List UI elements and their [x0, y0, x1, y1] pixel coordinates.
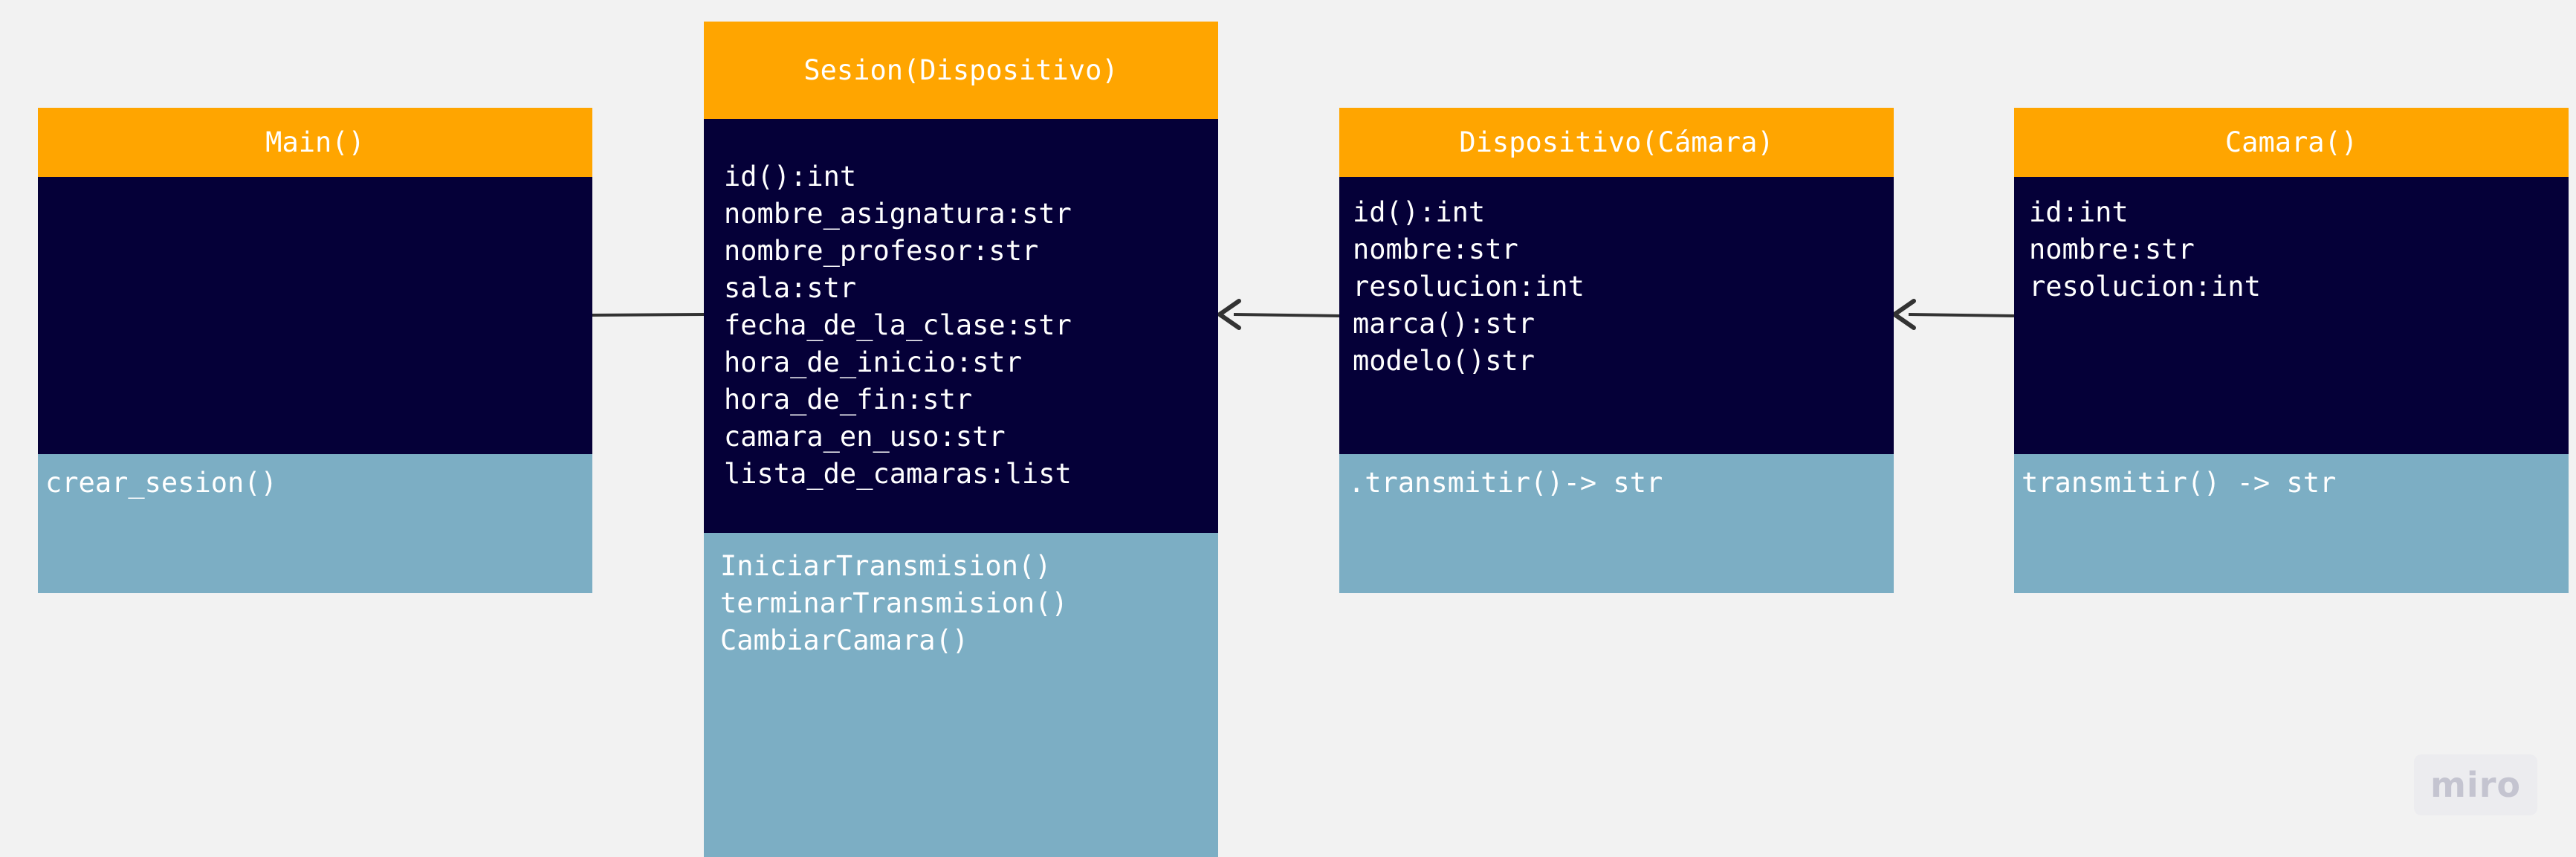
attribute-fecha-de-la-clase: fecha_de_la_clase:str	[724, 309, 1072, 341]
attribute-nombre-profesor: nombre_profesor:str	[724, 235, 1039, 267]
class-sesion[interactable]: Sesion(Dispositivo) id():int nombre_asig…	[704, 22, 1218, 857]
miro-logo: miro	[2414, 754, 2537, 815]
class-main[interactable]: Main() crear_sesion()	[38, 108, 592, 593]
class-main-name: Main()	[38, 108, 592, 177]
class-camara-methods: transmitir() -> str	[2014, 454, 2569, 593]
class-sesion-methods: IniciarTransmision() terminarTransmision…	[704, 533, 1218, 857]
class-dispositivo-name: Dispositivo(Cámara)	[1339, 108, 1894, 177]
connector-main-sesion[interactable]	[592, 313, 705, 317]
class-dispositivo-methods: .transmitir()-> str	[1339, 454, 1894, 593]
method-transmitir: transmitir() -> str	[2022, 467, 2337, 499]
class-camara-attributes: id:int nombre:str resolucion:int	[2014, 177, 2569, 454]
attribute-id: id:int	[2029, 196, 2129, 228]
class-camara[interactable]: Camara() id:int nombre:str resolucion:in…	[2014, 108, 2569, 593]
method-terminar-transmision: terminarTransmision()	[720, 587, 1068, 619]
attribute-sala: sala:str	[724, 272, 857, 304]
class-dispositivo[interactable]: Dispositivo(Cámara) id():int nombre:str …	[1339, 108, 1894, 593]
class-main-methods: crear_sesion()	[38, 454, 592, 593]
method-cambiar-camara: CambiarCamara()	[720, 624, 969, 656]
attribute-lista-de-camaras: lista_de_camaras:list	[724, 458, 1072, 490]
connector-camara-dispositivo[interactable]	[1908, 313, 2015, 317]
connector-dispositivo-sesion[interactable]	[1233, 313, 1340, 317]
diagram-canvas: Main() crear_sesion() Sesion(Dispositivo…	[0, 0, 2576, 857]
attribute-marca: marca():str	[1353, 308, 1535, 340]
attribute-nombre-asignatura: nombre_asignatura:str	[724, 198, 1072, 230]
attribute-camara-en-uso: camara_en_uso:str	[724, 421, 1006, 453]
method-transmitir: .transmitir()-> str	[1348, 467, 1663, 499]
class-sesion-attributes: id():int nombre_asignatura:str nombre_pr…	[704, 119, 1218, 533]
method-iniciar-transmision: IniciarTransmision()	[720, 550, 1052, 582]
arrowhead-sesion	[1217, 299, 1241, 330]
attribute-nombre: nombre:str	[1353, 233, 1518, 265]
attribute-nombre: nombre:str	[2029, 233, 2195, 265]
class-camara-name: Camara()	[2014, 108, 2569, 177]
attribute-modelo: modelo()str	[1353, 345, 1535, 377]
class-dispositivo-attributes: id():int nombre:str resolucion:int marca…	[1339, 177, 1894, 454]
attribute-resolucion: resolucion:int	[1353, 271, 1585, 303]
attribute-hora-de-fin: hora_de_fin:str	[724, 384, 973, 415]
class-main-attributes	[38, 177, 592, 454]
attribute-id: id():int	[724, 161, 857, 193]
method-crear-sesion: crear_sesion()	[45, 467, 277, 499]
arrowhead-dispositivo	[1892, 299, 1916, 330]
attribute-hora-de-inicio: hora_de_inicio:str	[724, 346, 1022, 378]
attribute-resolucion: resolucion:int	[2029, 271, 2261, 303]
attribute-id: id():int	[1353, 196, 1486, 228]
class-sesion-name: Sesion(Dispositivo)	[704, 22, 1218, 119]
